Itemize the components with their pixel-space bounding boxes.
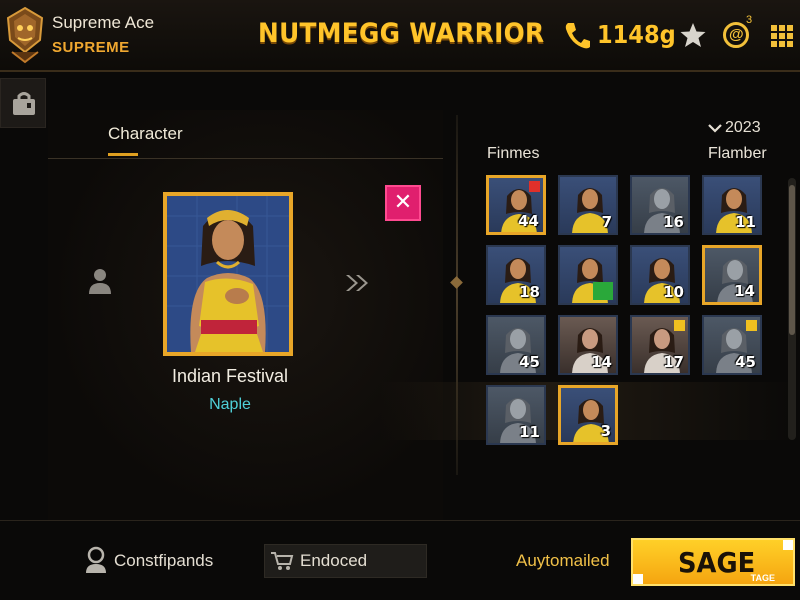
tile-level: 3 (600, 422, 611, 440)
close-button[interactable]: ✕ (385, 185, 421, 221)
roster-tile[interactable]: 3 (558, 385, 618, 445)
player-rank: SUPREME (52, 39, 130, 56)
tile-level: 11 (519, 423, 540, 441)
roster-tile[interactable]: 14 (702, 245, 762, 305)
cart-icon (271, 552, 294, 570)
chevron-down-icon (708, 124, 722, 133)
roster-tile[interactable]: 17 (630, 315, 690, 375)
tab-character[interactable]: Character (108, 124, 183, 144)
grid-menu-icon[interactable] (771, 25, 793, 47)
star-icon[interactable] (679, 21, 707, 49)
roster-tile[interactable] (558, 245, 618, 305)
tile-level: 44 (518, 212, 539, 230)
character-roster: 44 7 16 11 18 10 14 45 14 17 45 11 3 (486, 175, 770, 450)
bag-icon (13, 92, 35, 115)
top-bar: Supreme Ace SUPREME NUTMEGG WARRIOR 1148… (0, 0, 800, 72)
user-icon[interactable] (84, 546, 108, 574)
tab-rule (48, 158, 443, 159)
roster-tile[interactable]: 11 (702, 175, 762, 235)
tile-level: 45 (735, 353, 756, 371)
double-chevron-right-icon[interactable] (344, 273, 370, 293)
tile-level: 10 (663, 283, 684, 301)
roster-tile[interactable]: 14 (558, 315, 618, 375)
roster-tile[interactable]: 10 (630, 245, 690, 305)
button-corner (633, 574, 643, 584)
roster-tile[interactable]: 11 (486, 385, 546, 445)
tile-level: 11 (735, 213, 756, 231)
encoded-label: Endoced (300, 551, 368, 570)
roster-tile[interactable]: 18 (486, 245, 546, 305)
button-corner (783, 540, 793, 550)
year-label: 2023 (725, 119, 761, 136)
sage-button[interactable]: SAGE TAGE (631, 538, 795, 586)
tile-level: 14 (734, 282, 755, 300)
roster-tile[interactable]: 16 (630, 175, 690, 235)
badge-count: 3 (746, 14, 753, 26)
roster-tile[interactable]: 45 (486, 315, 546, 375)
new-marker-icon (529, 181, 540, 192)
new-marker-icon (746, 320, 757, 331)
roster-scrollbar-thumb[interactable] (789, 185, 795, 335)
bottom-left-label[interactable]: Constfipands (114, 551, 213, 571)
side-tab-shop[interactable] (0, 78, 46, 128)
year-filter[interactable]: 2023 (708, 119, 761, 137)
new-marker-icon (674, 320, 685, 331)
tile-level: 14 (591, 353, 612, 371)
tile-level: 45 (519, 353, 540, 371)
auto-toggle-label[interactable]: Auytomailed (516, 551, 610, 571)
character-subtitle: Naple (209, 396, 251, 413)
character-portrait[interactable] (163, 192, 293, 356)
currency-amount: 1148g (597, 20, 676, 49)
tile-level: 16 (663, 213, 684, 231)
divider-marker (450, 276, 463, 289)
roster-column-left[interactable]: Finmes (487, 145, 539, 163)
roster-column-right[interactable]: Flamber (708, 145, 767, 163)
bottom-rule (0, 520, 800, 521)
check-icon (593, 282, 613, 300)
tile-level: 17 (663, 353, 684, 371)
tile-level: 18 (519, 283, 540, 301)
roster-tile[interactable]: 44 (486, 175, 546, 235)
tile-level: 7 (601, 213, 612, 231)
emblem-icon (6, 6, 44, 64)
player-name: Supreme Ace (52, 13, 155, 32)
roster-tile[interactable]: 7 (558, 175, 618, 235)
game-title: NUTMEGG WARRIOR (258, 18, 545, 49)
person-icon[interactable] (88, 268, 112, 294)
roster-tile[interactable]: 45 (702, 315, 762, 375)
tab-active-indicator (108, 153, 138, 156)
character-figure (167, 196, 289, 352)
sage-button-label: SAGE (678, 546, 756, 579)
sage-button-sublabel: TAGE (750, 573, 775, 583)
character-name: Indian Festival (171, 366, 289, 386)
phone-icon[interactable] (563, 20, 591, 50)
